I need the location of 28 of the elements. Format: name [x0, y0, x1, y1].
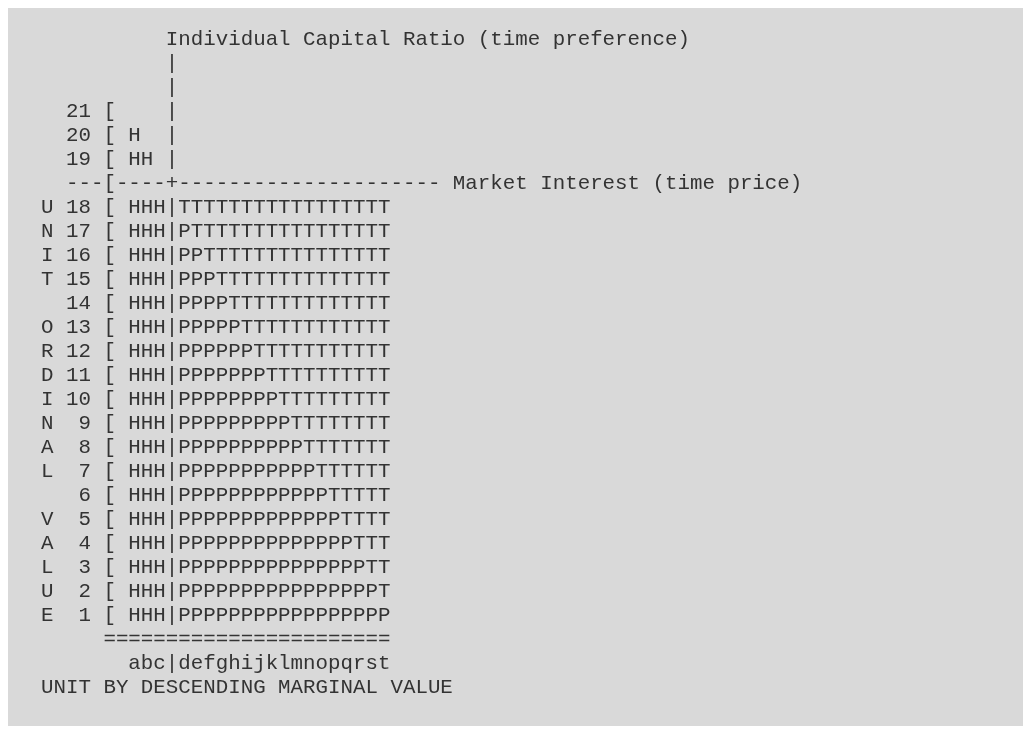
text-line: UNIT BY DESCENDING MARGINAL VALUE: [41, 676, 453, 700]
text-line: 14 [ HHH|PPPPTTTTTTTTTTTTT: [64, 292, 391, 316]
text-line: D 11 [ HHH|PPPPPPPTTTTTTTTTT: [41, 364, 391, 388]
text-line: N 9 [ HHH|PPPPPPPPPTTTTTTTT: [41, 412, 391, 436]
text-line: I 16 [ HHH|PPTTTTTTTTTTTTTTT: [41, 244, 391, 268]
text-line: R 12 [ HHH|PPPPPPTTTTTTTTTTT: [41, 340, 391, 364]
text-line: T 15 [ HHH|PPPTTTTTTTTTTTTTT: [41, 268, 391, 292]
text-line: A 4 [ HHH|PPPPPPPPPPPPPPTTT: [41, 532, 391, 556]
text-line: ---[----+--------------------- Market Interest (time price): [64, 172, 803, 196]
text-line: |: [164, 76, 179, 100]
text-line: E 1 [ HHH|PPPPPPPPPPPPPPPPP: [41, 604, 391, 628]
text-line: L 3 [ HHH|PPPPPPPPPPPPPPPTT: [41, 556, 391, 580]
text-line: 21 [ |: [64, 100, 179, 124]
text-line: Individual Capital Ratio (time preference): [164, 28, 690, 52]
text-line: abc|defghijklmnopqrst: [127, 652, 391, 676]
text-line: U 2 [ HHH|PPPPPPPPPPPPPPPPT: [41, 580, 391, 604]
text-line: 19 [ HH |: [64, 148, 179, 172]
text-line: 6 [ HHH|PPPPPPPPPPPPTTTTT: [77, 484, 391, 508]
text-line: 20 [ H |: [64, 124, 179, 148]
text-line: O 13 [ HHH|PPPPPTTTTTTTTTTTT: [41, 316, 391, 340]
text-line: |: [164, 52, 179, 76]
text-line: V 5 [ HHH|PPPPPPPPPPPPPTTTT: [41, 508, 391, 532]
text-line: N 17 [ HHH|PTTTTTTTTTTTTTTTT: [41, 220, 391, 244]
text-line: =======================: [102, 628, 391, 652]
text-line: I 10 [ HHH|PPPPPPPPTTTTTTTTT: [41, 388, 391, 412]
text-line: L 7 [ HHH|PPPPPPPPPPPTTTTTT: [41, 460, 391, 484]
text-line: U 18 [ HHH|TTTTTTTTTTTTTTTTT: [41, 196, 391, 220]
text-line: A 8 [ HHH|PPPPPPPPPPTTTTTTT: [41, 436, 391, 460]
